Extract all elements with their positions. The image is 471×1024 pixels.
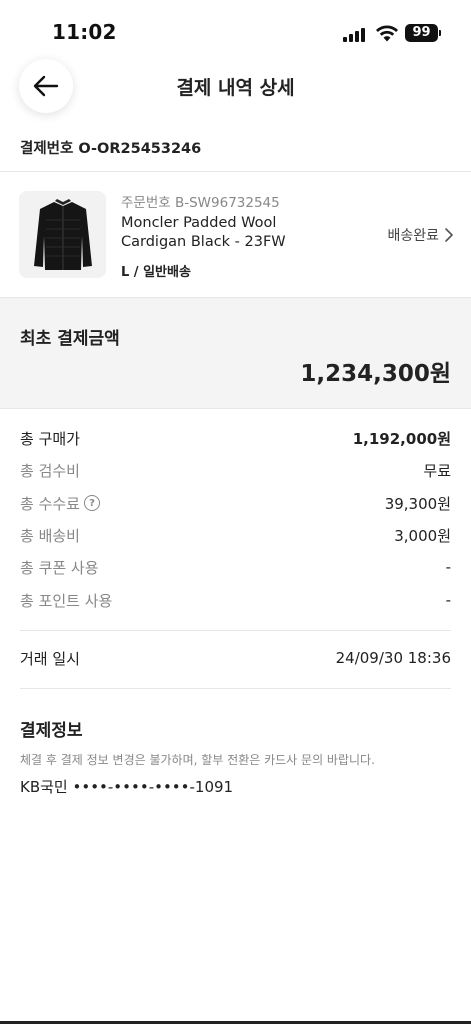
product-name-line2: Cardigan Black - 23FW bbox=[121, 234, 286, 250]
breakdown-label: 총 쿠폰 사용 bbox=[20, 558, 99, 577]
transaction-date-value: 24/09/30 18:36 bbox=[335, 649, 451, 667]
wifi-icon bbox=[376, 25, 398, 42]
total-payment-box: 최초 결제금액 1,234,300원 bbox=[0, 297, 471, 409]
product-card[interactable]: 주문번호 B-SW96732545 Moncler Padded Wool Ca… bbox=[0, 172, 471, 297]
breakdown-value: 3,000원 bbox=[394, 526, 451, 545]
breakdown-label: 총 검수비 bbox=[20, 461, 80, 480]
battery-icon: 99 bbox=[405, 24, 438, 42]
help-icon[interactable]: ? bbox=[83, 495, 100, 511]
page-title: 결제 내역 상세 bbox=[176, 77, 295, 99]
total-payment-amount: 1,234,300원 bbox=[300, 361, 451, 387]
breakdown-value: - bbox=[445, 591, 451, 609]
transaction-date-label: 거래 일시 bbox=[20, 649, 80, 668]
product-order-code: 주문번호 B-SW96732545 bbox=[121, 195, 280, 211]
breakdown-value: - bbox=[445, 558, 451, 576]
breakdown-row: 총 배송비 3,000원 bbox=[20, 519, 451, 551]
payment-info-note: 체결 후 결제 정보 변경은 불가하며, 할부 전환은 카드사 문의 바랍니다. bbox=[20, 753, 375, 767]
breakdown-label: 총 배송비 bbox=[20, 526, 80, 545]
breakdown-row: 총 수수료 ? 39,300원 bbox=[20, 487, 451, 519]
breakdown-value: 1,192,000원 bbox=[352, 429, 451, 448]
breakdown-row: 총 포인트 사용 - bbox=[20, 584, 451, 616]
breakdown-label: 총 포인트 사용 bbox=[20, 591, 113, 610]
breakdown-row: 총 검수비 무료 bbox=[20, 454, 451, 486]
breakdown-value: 39,300원 bbox=[384, 494, 451, 513]
breakdown-label-wrap: 총 수수료 ? bbox=[20, 493, 100, 514]
product-option: L / 일반배송 bbox=[121, 265, 191, 280]
breakdown-label: 총 수수료 bbox=[20, 494, 80, 513]
breakdown-row: 총 쿠폰 사용 - bbox=[20, 551, 451, 583]
status-time: 11:02 bbox=[52, 20, 117, 44]
delivery-status-link[interactable]: 배송완료 bbox=[387, 225, 453, 245]
cellular-signal-icon bbox=[343, 26, 367, 42]
payment-info-title: 결제정보 bbox=[20, 721, 83, 741]
delivery-status-label: 배송완료 bbox=[387, 228, 439, 244]
transaction-row: 거래 일시 24/09/30 18:36 bbox=[20, 642, 451, 674]
breakdown-row: 총 구매가 1,192,000원 bbox=[20, 422, 451, 454]
breakdown-label: 총 구매가 bbox=[20, 429, 80, 448]
payment-card: KB국민 ••••-••••-••••-1091 bbox=[20, 778, 234, 796]
nav-bar: 결제 내역 상세 bbox=[0, 56, 471, 116]
payment-number: 결제번호 O-OR25453246 bbox=[20, 141, 202, 157]
battery-tip bbox=[439, 30, 441, 36]
breakdown-value: 무료 bbox=[423, 461, 451, 480]
total-payment-label: 최초 결제금액 bbox=[20, 329, 120, 349]
chevron-right-icon bbox=[445, 228, 453, 242]
jacket-image bbox=[33, 198, 92, 270]
product-image bbox=[19, 191, 106, 278]
divider bbox=[20, 630, 451, 631]
product-name: Moncler Padded Wool Cardigan Black - 23F… bbox=[121, 214, 341, 252]
divider bbox=[20, 688, 451, 689]
product-name-line1: Moncler Padded Wool bbox=[121, 215, 277, 231]
